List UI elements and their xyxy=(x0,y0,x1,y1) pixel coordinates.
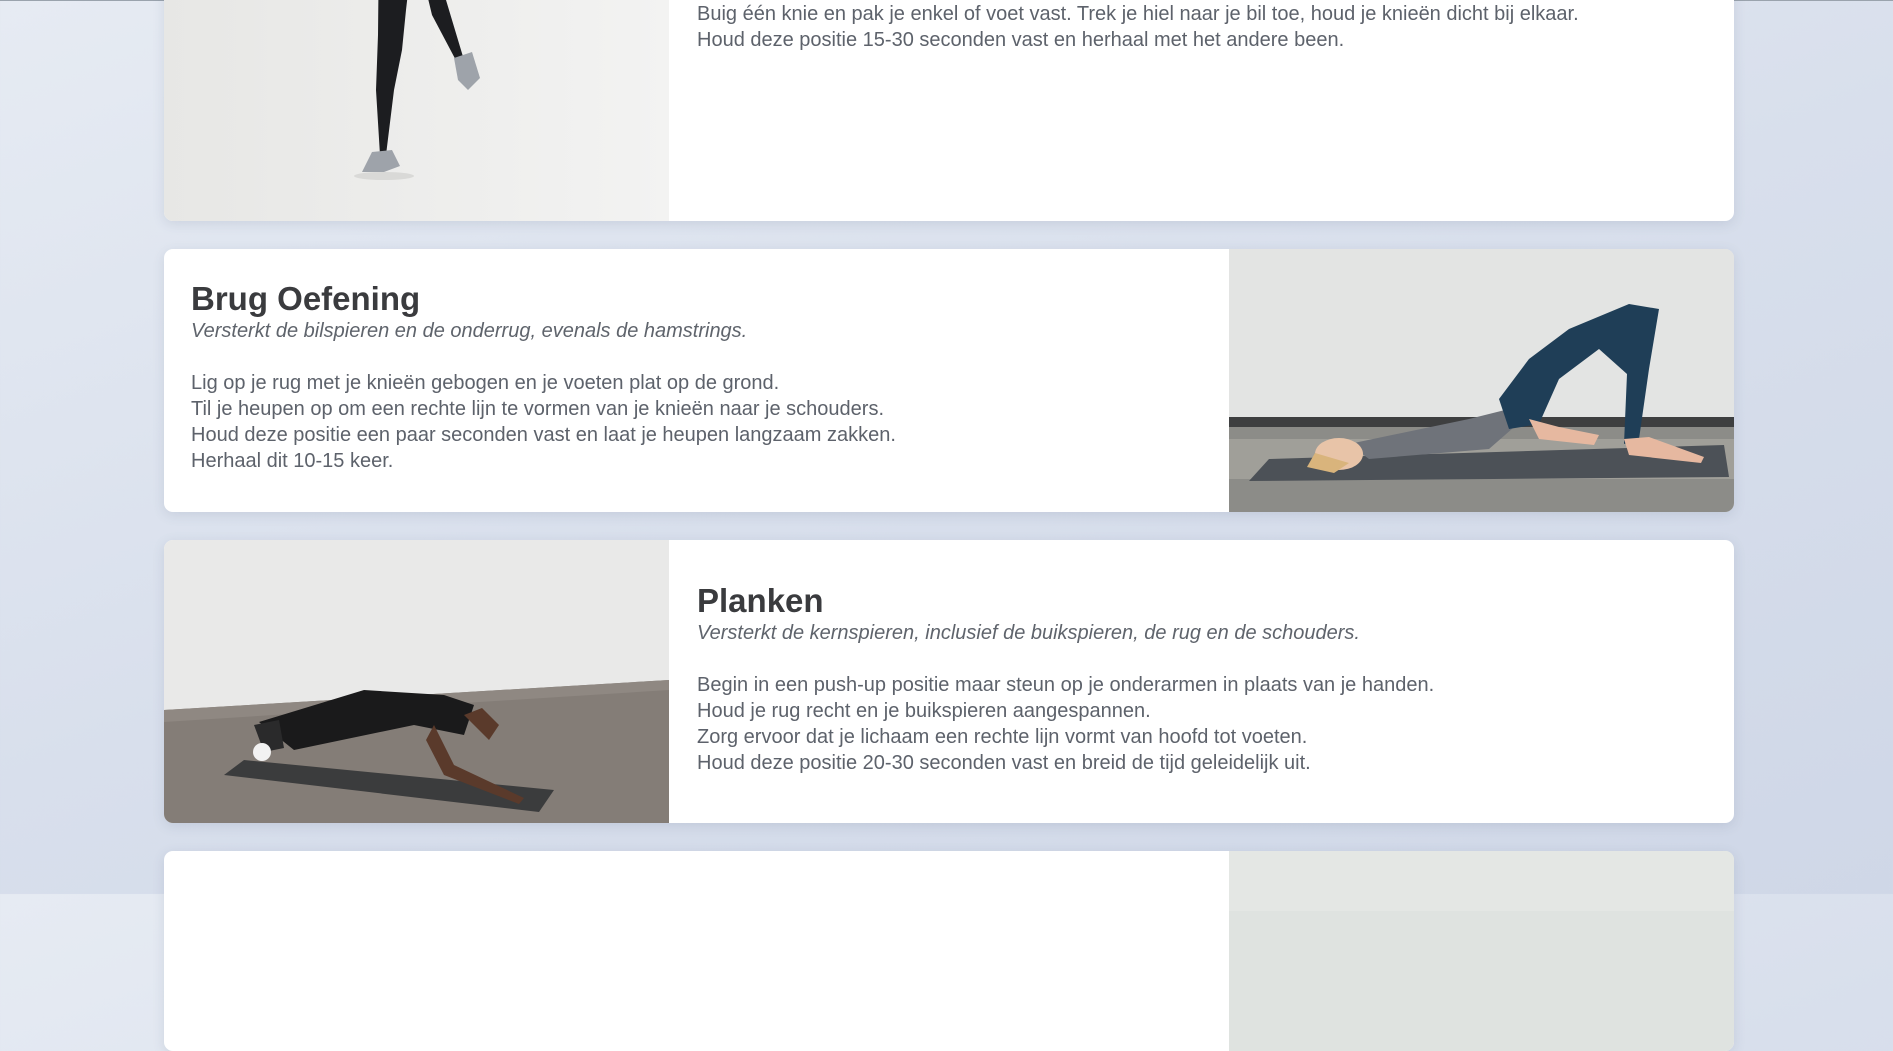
exercise-photo-next xyxy=(1229,851,1734,1051)
exercise-subtitle: Versterkt de kernspieren, inclusief de b… xyxy=(697,622,1360,644)
exercise-card-next xyxy=(164,851,1734,1051)
exercise-content-bridge: Brug Oefening Versterkt de bilspieren en… xyxy=(191,280,1201,474)
exercise-step: Til je heupen op om een rechte lijn te v… xyxy=(191,398,884,420)
exercise-steps: Begin in een push-up positie maar steun … xyxy=(697,672,1707,776)
exercise-card-plank: Planken Versterkt de kernspieren, inclus… xyxy=(164,540,1734,823)
exercise-title: Brug Oefening xyxy=(191,280,421,317)
exercise-step: Buig één knie en pak je enkel of voet va… xyxy=(697,3,1579,25)
exercise-steps: Lig op je rug met je knieën gebogen en j… xyxy=(191,370,1201,474)
exercise-subtitle: Versterkt de bilspieren en de onderrug, … xyxy=(191,320,748,342)
exercise-card-quad-stretch: Buig één knie en pak je enkel of voet va… xyxy=(164,0,1734,221)
exercise-step: Lig op je rug met je knieën gebogen en j… xyxy=(191,372,780,394)
exercise-photo-bridge xyxy=(1229,249,1734,512)
exercise-step: Herhaal dit 10-15 keer. xyxy=(191,450,394,472)
exercise-title: Planken xyxy=(697,582,824,619)
exercise-step: Zorg ervoor dat je lichaam een rechte li… xyxy=(697,726,1308,748)
exercise-photo-quad-stretch xyxy=(164,0,669,221)
exercise-step: Houd deze positie 15-30 seconden vast en… xyxy=(697,29,1345,51)
exercise-content-quad-stretch: Buig één knie en pak je enkel of voet va… xyxy=(697,1,1707,53)
exercise-step: Houd je rug recht en je buikspieren aang… xyxy=(697,700,1151,722)
exercise-step: Houd deze positie 20-30 seconden vast en… xyxy=(697,752,1311,774)
exercise-steps: Buig één knie en pak je enkel of voet va… xyxy=(697,1,1707,53)
exercise-step: Houd deze positie een paar seconden vast… xyxy=(191,424,896,446)
exercise-photo-plank xyxy=(164,540,669,823)
exercise-content-plank: Planken Versterkt de kernspieren, inclus… xyxy=(697,582,1707,776)
exercise-step: Begin in een push-up positie maar steun … xyxy=(697,674,1435,696)
exercise-card-bridge: Brug Oefening Versterkt de bilspieren en… xyxy=(164,249,1734,512)
